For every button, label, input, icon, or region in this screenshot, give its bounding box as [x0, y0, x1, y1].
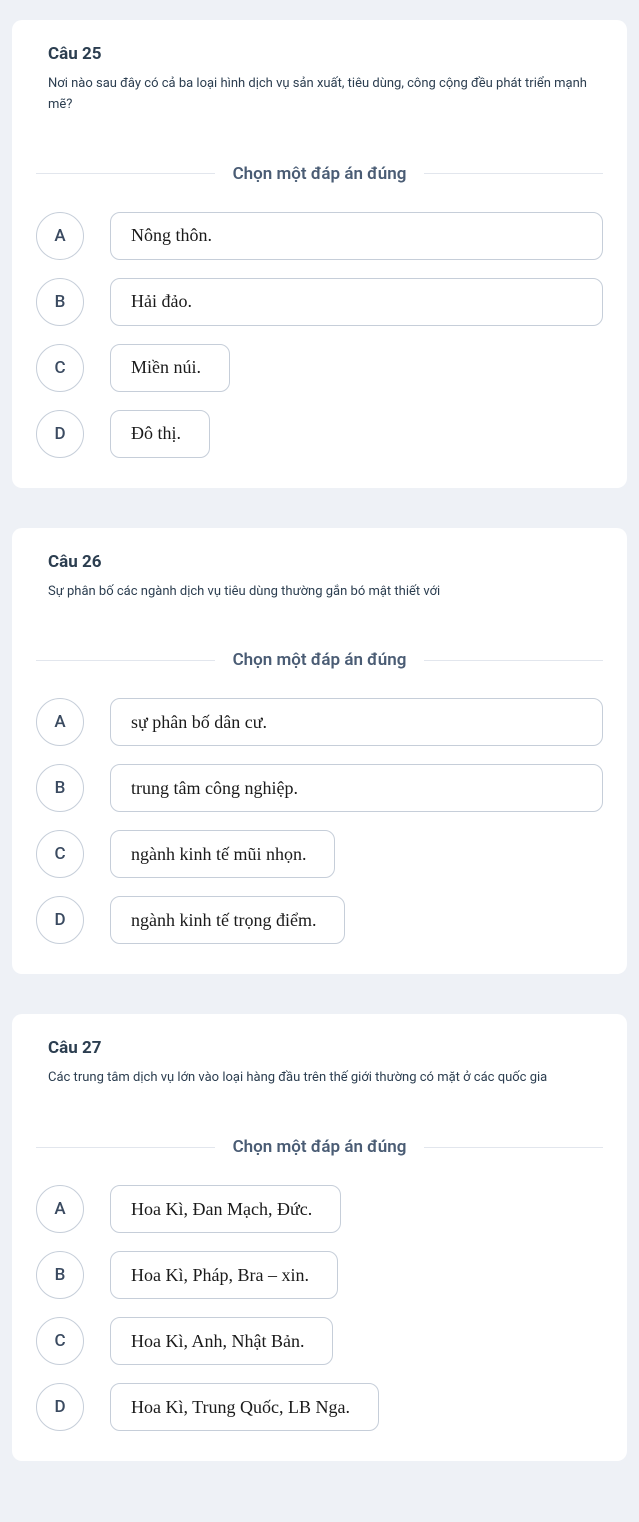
divider-line — [36, 1147, 215, 1148]
option-row[interactable]: B Hoa Kì, Pháp, Bra – xin. — [36, 1251, 603, 1299]
option-row[interactable]: B Hải đảo. — [36, 278, 603, 326]
quiz-container: Câu 25 Nơi nào sau đây có cả ba loại hình… — [12, 20, 627, 1461]
option-text[interactable]: Miền núi. — [110, 344, 230, 392]
divider-line — [36, 660, 215, 661]
question-title: Câu 25 — [36, 44, 603, 64]
option-row[interactable]: D Hoa Kì, Trung Quốc, LB Nga. — [36, 1383, 603, 1431]
question-card: Câu 26 Sự phân bố các ngành dịch vụ tiêu … — [12, 528, 627, 975]
option-text[interactable]: Hoa Kì, Đan Mạch, Đức. — [110, 1185, 341, 1233]
option-letter[interactable]: C — [36, 1317, 84, 1365]
option-row[interactable]: C Miền núi. — [36, 344, 603, 392]
option-text[interactable]: Hải đảo. — [110, 278, 603, 326]
option-row[interactable]: Dngành kinh tế trọng điểm. — [36, 896, 603, 944]
option-letter[interactable]: B — [36, 1251, 84, 1299]
option-row[interactable]: Asự phân bố dân cư. — [36, 698, 603, 746]
option-text[interactable]: ngành kinh tế trọng điểm. — [110, 896, 345, 944]
question-body: Sự phân bố các ngành dịch vụ tiêu dùng t… — [36, 582, 603, 603]
option-letter[interactable]: B — [36, 764, 84, 812]
instruction-row: Chọn một đáp án đúng — [36, 650, 603, 670]
instruction-label: Chọn một đáp án đúng — [215, 164, 425, 184]
option-row[interactable]: C Hoa Kì, Anh, Nhật Bản. — [36, 1317, 603, 1365]
question-card: Câu 25 Nơi nào sau đây có cả ba loại hình… — [12, 20, 627, 488]
option-letter[interactable]: A — [36, 1185, 84, 1233]
option-letter[interactable]: D — [36, 410, 84, 458]
option-letter[interactable]: C — [36, 344, 84, 392]
option-letter[interactable]: A — [36, 212, 84, 260]
option-text[interactable]: ngành kinh tế mũi nhọn. — [110, 830, 335, 878]
divider-line — [424, 173, 603, 174]
instruction-row: Chọn một đáp án đúng — [36, 1137, 603, 1157]
instruction-row: Chọn một đáp án đúng — [36, 164, 603, 184]
option-text[interactable]: Hoa Kì, Trung Quốc, LB Nga. — [110, 1383, 379, 1431]
option-letter[interactable]: A — [36, 698, 84, 746]
option-row[interactable]: D Đô thị. — [36, 410, 603, 458]
question-title: Câu 26 — [36, 552, 603, 572]
instruction-label: Chọn một đáp án đúng — [215, 1137, 425, 1157]
divider-line — [424, 660, 603, 661]
option-row[interactable]: A Nông thôn. — [36, 212, 603, 260]
question-body: Nơi nào sau đây có cả ba loại hình dịch … — [36, 74, 603, 116]
option-row[interactable]: Btrung tâm công nghiệp. — [36, 764, 603, 812]
option-letter[interactable]: C — [36, 830, 84, 878]
option-text[interactable]: sự phân bố dân cư. — [110, 698, 603, 746]
option-text[interactable]: Đô thị. — [110, 410, 210, 458]
divider-line — [424, 1147, 603, 1148]
option-text[interactable]: Nông thôn. — [110, 212, 603, 260]
option-letter[interactable]: D — [36, 896, 84, 944]
option-text[interactable]: trung tâm công nghiệp. — [110, 764, 603, 812]
question-title: Câu 27 — [36, 1038, 603, 1058]
options-list: Asự phân bố dân cư. Btrung tâm công nghiệ… — [36, 698, 603, 944]
instruction-label: Chọn một đáp án đúng — [215, 650, 425, 670]
option-letter[interactable]: B — [36, 278, 84, 326]
option-row[interactable]: A Hoa Kì, Đan Mạch, Đức. — [36, 1185, 603, 1233]
options-list: A Hoa Kì, Đan Mạch, Đức. B Hoa Kì, Pháp, Br… — [36, 1185, 603, 1431]
option-letter[interactable]: D — [36, 1383, 84, 1431]
option-text[interactable]: Hoa Kì, Anh, Nhật Bản. — [110, 1317, 333, 1365]
option-row[interactable]: Cngành kinh tế mũi nhọn. — [36, 830, 603, 878]
options-list: A Nông thôn. B Hải đảo. C Miền núi. D Đô thị. — [36, 212, 603, 458]
option-text[interactable]: Hoa Kì, Pháp, Bra – xin. — [110, 1251, 338, 1299]
divider-line — [36, 173, 215, 174]
question-body: Các trung tâm dịch vụ lớn vào loại hàng … — [36, 1068, 603, 1089]
question-card: Câu 27 Các trung tâm dịch vụ lớn vào loại… — [12, 1014, 627, 1461]
